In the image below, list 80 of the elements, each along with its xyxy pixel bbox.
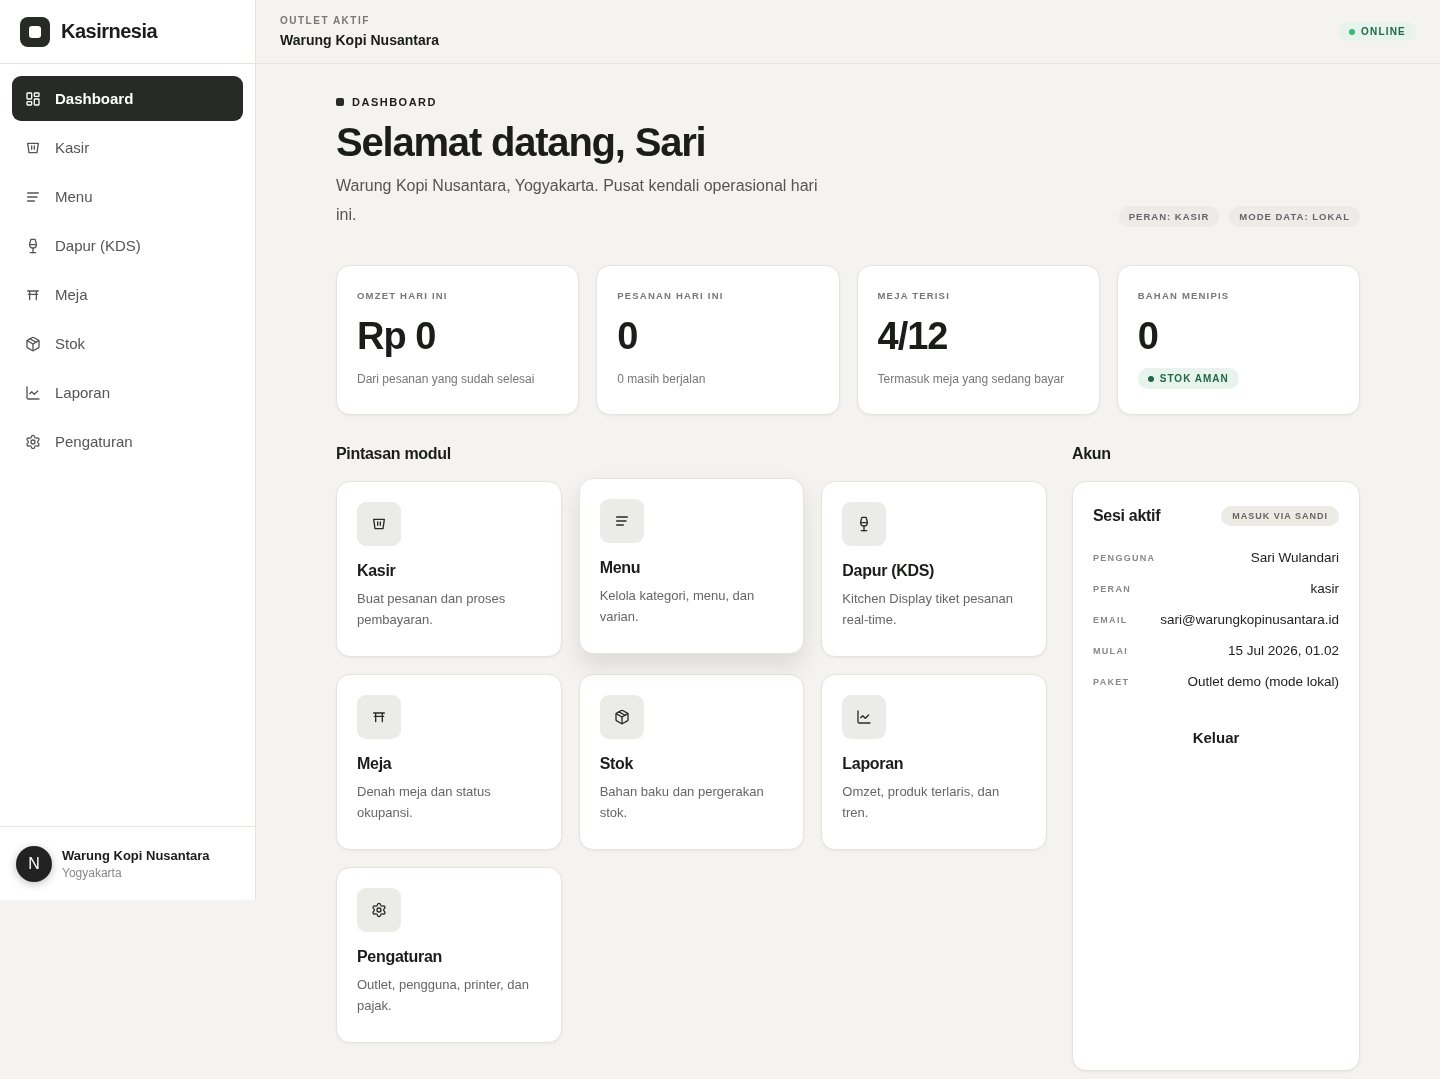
info-tag: PERAN: KASIR xyxy=(1118,206,1220,227)
field-label: PENGGUNA xyxy=(1093,552,1156,563)
module-card[interactable]: Meja Denah meja dan status okupansi. xyxy=(336,674,562,850)
stat-value: 0 xyxy=(617,315,639,358)
section-title: Pintasan modul xyxy=(336,445,452,463)
square-icon xyxy=(336,98,344,106)
nav-item[interactable]: Menu xyxy=(12,174,243,219)
field-label: PERAN xyxy=(1093,583,1131,594)
module-card[interactable]: Dapur (KDS) Kitchen Display tiket pesanan real-time. xyxy=(821,481,1047,657)
page-eyebrow: DASHBOARD xyxy=(352,96,437,108)
status-badge: ONLINE xyxy=(1339,22,1416,41)
line-chart-icon xyxy=(25,384,41,401)
outlet-city: Yogyakarta xyxy=(62,865,123,880)
module-card[interactable]: Stok Bahan baku dan pergerakan stok. xyxy=(578,674,805,850)
nav-item[interactable]: Pengaturan xyxy=(12,419,243,464)
module-title: Dapur (KDS) xyxy=(842,562,936,580)
module-description: Buat pesanan dan proses pembayaran. xyxy=(357,590,507,629)
module-description: Kitchen Display tiket pesanan real-time. xyxy=(842,590,1014,629)
stat-value: 4/12 xyxy=(877,315,949,358)
nav-item[interactable]: Laporan xyxy=(12,370,243,415)
module-card[interactable]: Menu Kelola kategori, menu, dan varian. xyxy=(578,478,805,654)
brand-name: Kasirnesia xyxy=(61,20,158,43)
module-description: Bahan baku dan pergerakan stok. xyxy=(599,783,765,822)
field-label: PAKET xyxy=(1093,676,1130,687)
session-title: Sesi aktif xyxy=(1093,507,1161,525)
module-description: Omzet, produk terlaris, dan tren. xyxy=(842,783,1001,822)
outlet-name: Warung Kopi Nusantara xyxy=(62,847,210,863)
field-label: EMAIL xyxy=(1093,614,1128,625)
stock-status-badge: STOK AMAN xyxy=(1137,368,1239,389)
field-value: 15 Jul 2026, 01.02 xyxy=(1227,643,1339,658)
line-chart-icon xyxy=(856,709,873,725)
page-subtitle: Warung Kopi Nusantara, Yogyakarta. Pusat kendali operasional hari ini. xyxy=(336,176,819,225)
lines-icon xyxy=(613,513,630,529)
basket-icon xyxy=(371,516,387,532)
module-title: Kasir xyxy=(357,562,397,580)
module-title: Laporan xyxy=(842,755,905,773)
module-title: Stok xyxy=(599,755,635,773)
stat-label: BAHAN MENIPIS xyxy=(1137,290,1231,301)
stat-note: Termasuk meja yang sedang bayar xyxy=(877,372,1066,386)
page-title: Selamat datang, Sari xyxy=(336,120,707,165)
box-icon xyxy=(25,335,41,352)
module-card[interactable]: Pengaturan Outlet, pengguna, printer, dan pajak. xyxy=(336,867,562,1043)
module-card[interactable]: Kasir Buat pesanan dan proses pembayaran. xyxy=(336,481,562,657)
module-description: Denah meja dan status okupansi. xyxy=(357,783,492,822)
module-title: Menu xyxy=(599,559,642,577)
stat-value: 0 xyxy=(1137,315,1159,358)
field-value: Outlet demo (mode lokal) xyxy=(1187,674,1339,689)
field-value: kasir xyxy=(1310,581,1339,596)
field-label: MULAI xyxy=(1093,645,1128,656)
nav-item[interactable]: Dashboard xyxy=(12,76,243,121)
box-icon xyxy=(613,709,630,725)
logout-button[interactable]: Keluar xyxy=(1178,723,1254,752)
module-card[interactable]: Laporan Omzet, produk terlaris, dan tren. xyxy=(821,674,1047,850)
settings-icon xyxy=(25,433,41,450)
field-value: Sari Wulandari xyxy=(1250,550,1339,565)
dashboard-icon xyxy=(25,90,41,107)
module-description: Outlet, pengguna, printer, dan pajak. xyxy=(357,976,530,1015)
module-title: Pengaturan xyxy=(357,948,444,966)
stat-note: 0 masih berjalan xyxy=(617,372,707,386)
info-tag: MODE DATA: LOKAL xyxy=(1229,206,1360,227)
stat-note: Dari pesanan yang sudah selesai xyxy=(357,372,536,386)
header-label: OUTLET AKTIF xyxy=(280,15,371,26)
login-method-badge: MASUK VIA SANDI xyxy=(1221,506,1339,526)
module-description: Kelola kategori, menu, dan varian. xyxy=(599,587,756,626)
section-title: Akun xyxy=(1072,445,1112,463)
header-outlet: Warung Kopi Nusantara xyxy=(280,32,439,48)
nav-item[interactable]: Meja xyxy=(12,272,243,317)
nav-item[interactable]: Dapur (KDS) xyxy=(12,223,243,268)
stat-label: PESANAN HARI INI xyxy=(617,290,725,301)
stat-label: OMZET HARI INI xyxy=(357,290,449,301)
nav-item[interactable]: Kasir xyxy=(12,125,243,170)
field-value: sari@warungkopinusantara.id xyxy=(1160,612,1339,627)
nav-item[interactable]: Stok xyxy=(12,321,243,366)
table-icon xyxy=(371,709,387,725)
logo-icon xyxy=(20,16,50,47)
stat-value: Rp 0 xyxy=(357,315,437,358)
stat-label: MEJA TERISI xyxy=(877,290,951,301)
avatar[interactable]: N xyxy=(16,845,52,882)
module-title: Meja xyxy=(357,755,393,773)
settings-icon xyxy=(371,902,387,918)
